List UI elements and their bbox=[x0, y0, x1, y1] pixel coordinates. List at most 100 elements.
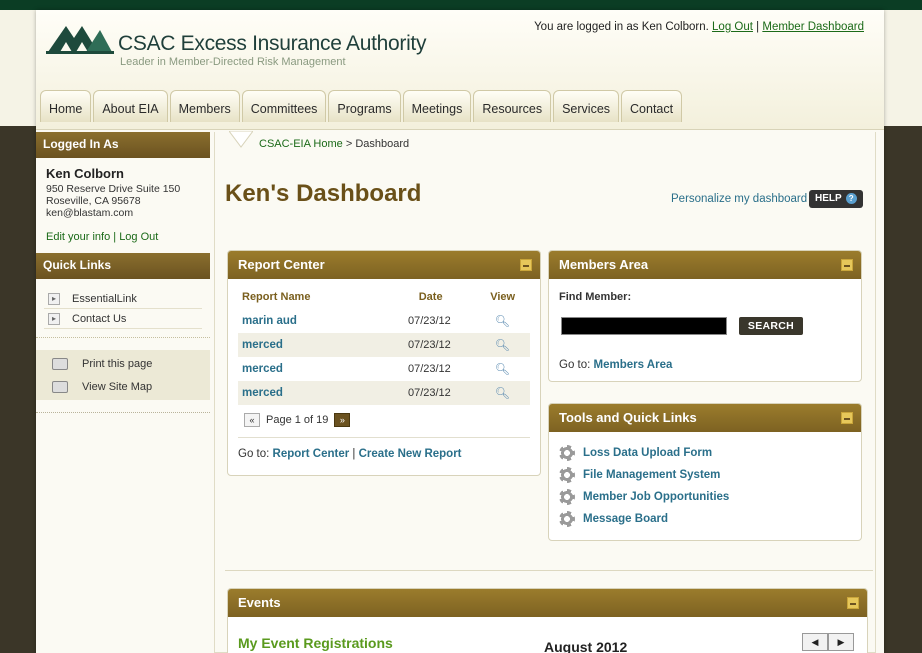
logout-link[interactable]: Log Out bbox=[712, 21, 753, 33]
next-month-button[interactable]: ▶ bbox=[828, 633, 854, 651]
tool-label: Loss Data Upload Form bbox=[583, 447, 713, 459]
report-name-link[interactable]: merced bbox=[238, 339, 384, 351]
create-report-link[interactable]: Create New Report bbox=[359, 448, 462, 460]
printer-icon bbox=[52, 357, 68, 370]
eia-logo-icon bbox=[46, 26, 114, 54]
panel-header: Report Center bbox=[228, 251, 540, 279]
report-name-link[interactable]: marin aud bbox=[238, 315, 384, 327]
separator: | bbox=[113, 231, 117, 243]
quick-link-label: EssentialLink bbox=[72, 292, 137, 305]
separator: | bbox=[756, 21, 760, 33]
panel-header: Tools and Quick Links bbox=[549, 404, 861, 432]
nav-contact[interactable]: Contact bbox=[621, 90, 683, 122]
table-row: merced 07/23/12 🔍︎ bbox=[238, 381, 530, 405]
report-table-header: Report Name Date View bbox=[228, 279, 540, 303]
gear-icon bbox=[559, 511, 575, 527]
panel-title: Report Center bbox=[238, 257, 325, 272]
report-name-link[interactable]: merced bbox=[238, 387, 384, 399]
tool-link[interactable]: File Management System bbox=[549, 464, 861, 486]
site-map-link[interactable]: View Site Map bbox=[36, 375, 210, 398]
nav-home[interactable]: Home bbox=[40, 90, 92, 122]
table-row: merced 07/23/12 🔍︎ bbox=[238, 357, 530, 381]
expand-icon: ▸ bbox=[48, 292, 60, 305]
breadcrumb-home-link[interactable]: CSAC-EIA Home bbox=[259, 138, 343, 150]
help-label: HELP bbox=[815, 193, 842, 204]
user-name: Ken Colborn bbox=[46, 166, 124, 181]
next-page-button[interactable]: » bbox=[334, 413, 351, 427]
quick-links-heading: Quick Links bbox=[36, 253, 210, 279]
sidebar-logout-link[interactable]: Log Out bbox=[119, 231, 158, 243]
help-icon: ? bbox=[845, 193, 857, 204]
tool-link[interactable]: Message Board bbox=[549, 508, 861, 530]
quick-link-label: Contact Us bbox=[72, 312, 127, 325]
goto-label: Go to: bbox=[238, 448, 270, 460]
collapse-icon[interactable] bbox=[520, 259, 532, 271]
quick-link-contact-us[interactable]: ▸ Contact Us bbox=[44, 309, 202, 329]
search-button[interactable]: SEARCH bbox=[739, 317, 803, 335]
quick-link-essentiallink[interactable]: ▸ EssentialLink bbox=[44, 289, 202, 309]
sidebar: Logged In As Ken Colborn 950 Reserve Dri… bbox=[36, 132, 210, 413]
page-title: Ken's Dashboard bbox=[225, 180, 422, 207]
magnifier-icon[interactable]: 🔍︎ bbox=[475, 362, 530, 376]
org-name: CSAC Excess Insurance Authority bbox=[118, 32, 427, 55]
expand-icon: ▸ bbox=[48, 312, 60, 325]
col-date: Date bbox=[418, 291, 443, 303]
member-search-input[interactable] bbox=[561, 317, 727, 335]
magnifier-icon[interactable]: 🔍︎ bbox=[475, 314, 530, 328]
nav-resources[interactable]: Resources bbox=[473, 90, 552, 122]
logged-in-heading: Logged In As bbox=[36, 132, 210, 158]
nav-programs[interactable]: Programs bbox=[328, 90, 401, 122]
nav-about[interactable]: About EIA bbox=[93, 90, 168, 122]
col-report-name: Report Name bbox=[242, 291, 311, 303]
col-view: View bbox=[490, 291, 516, 303]
table-row: marin aud 07/23/12 🔍︎ bbox=[238, 309, 530, 333]
breadcrumb: CSAC-EIA Home > Dashboard bbox=[259, 138, 409, 150]
member-dashboard-link[interactable]: Member Dashboard bbox=[762, 21, 864, 33]
tool-link[interactable]: Member Job Opportunities bbox=[549, 486, 861, 508]
report-date: 07/23/12 bbox=[407, 339, 451, 351]
magnifier-icon[interactable]: 🔍︎ bbox=[475, 338, 530, 352]
magnifier-icon[interactable]: 🔍︎ bbox=[475, 386, 530, 400]
table-row: merced 07/23/12 🔍︎ bbox=[238, 333, 530, 357]
user-address-1: 950 Reserve Drive Suite 150 bbox=[46, 183, 181, 195]
members-area-link[interactable]: Members Area bbox=[594, 359, 673, 371]
help-button[interactable]: HELP? bbox=[809, 190, 863, 208]
gear-icon bbox=[559, 467, 575, 483]
tool-label: File Management System bbox=[583, 469, 721, 481]
panel-header: Events bbox=[228, 589, 867, 617]
report-goto: Go to: Report Center | Create New Report bbox=[238, 448, 540, 460]
collapse-icon[interactable] bbox=[847, 597, 859, 609]
collapse-icon[interactable] bbox=[841, 412, 853, 424]
prev-month-button[interactable]: ◀ bbox=[802, 633, 828, 651]
nav-members[interactable]: Members bbox=[169, 90, 240, 122]
panel-header: Members Area bbox=[549, 251, 861, 279]
login-status: You are logged in as Ken Colborn. bbox=[534, 21, 709, 33]
tool-link[interactable]: Loss Data Upload Form bbox=[549, 442, 861, 464]
personalize-dashboard-link[interactable]: Personalize my dashboard bbox=[671, 193, 807, 205]
nav-meetings[interactable]: Meetings bbox=[402, 90, 472, 122]
collapse-icon[interactable] bbox=[841, 259, 853, 271]
report-date: 07/23/12 bbox=[407, 315, 451, 327]
prev-page-button[interactable]: « bbox=[244, 413, 260, 427]
report-date: 07/23/12 bbox=[407, 387, 451, 399]
login-status-bar: You are logged in as Ken Colborn. Log Ou… bbox=[534, 21, 864, 33]
panel-title: Events bbox=[238, 595, 281, 610]
divider bbox=[36, 412, 210, 413]
section-divider bbox=[225, 570, 873, 571]
nav-services[interactable]: Services bbox=[553, 90, 620, 122]
calendar-month: August 2012 bbox=[544, 639, 628, 653]
edit-info-link[interactable]: Edit your info bbox=[46, 231, 110, 243]
nav-committees[interactable]: Committees bbox=[241, 90, 327, 122]
report-name-link[interactable]: merced bbox=[238, 363, 384, 375]
print-page-link[interactable]: Print this page bbox=[36, 352, 210, 375]
panel-title: Tools and Quick Links bbox=[559, 410, 697, 425]
user-info: Ken Colborn 950 Reserve Drive Suite 150 … bbox=[36, 158, 210, 253]
pagination: « Page 1 of 19 » bbox=[244, 413, 540, 427]
sitemap-icon bbox=[52, 380, 68, 393]
event-registrations-heading: My Event Registrations bbox=[238, 635, 393, 651]
report-center-link[interactable]: Report Center bbox=[273, 448, 350, 460]
report-date: 07/23/12 bbox=[407, 363, 451, 375]
breadcrumb-notch bbox=[229, 131, 253, 148]
tool-label: Member Job Opportunities bbox=[583, 491, 730, 503]
user-actions: Edit your info | Log Out bbox=[46, 231, 200, 243]
